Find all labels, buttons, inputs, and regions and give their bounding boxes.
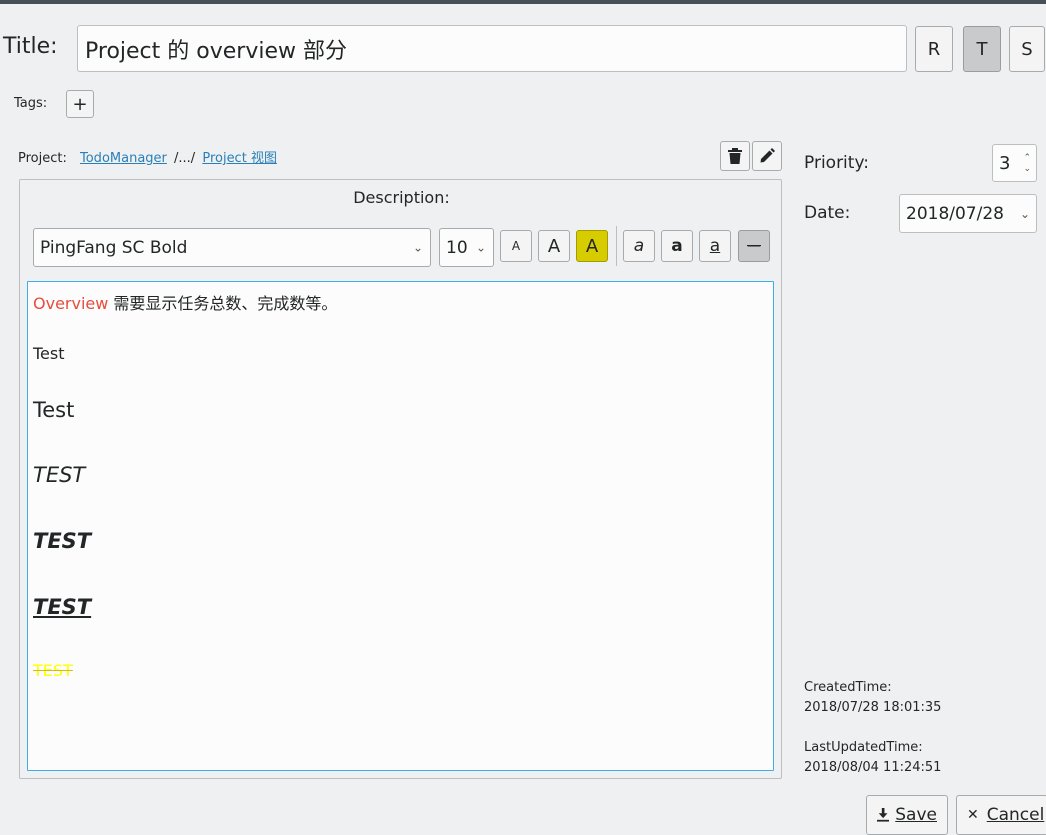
content-line-4: TEST: [33, 463, 86, 487]
pencil-icon: [760, 148, 775, 163]
date-picker[interactable]: 2018/07/28 ⌄: [899, 194, 1037, 233]
font-size-select[interactable]: 10 ⌄: [439, 228, 494, 267]
title-r-button[interactable]: R: [915, 26, 953, 72]
font-family-value: PingFang SC Bold: [40, 237, 188, 258]
font-smaller-icon: A: [511, 239, 521, 253]
priority-value: 3: [999, 152, 1011, 174]
toolbar-separator: [616, 226, 617, 266]
cancel-button[interactable]: ✕ Cancel: [956, 795, 1046, 835]
font-family-select[interactable]: PingFang SC Bold ⌄: [33, 228, 431, 267]
bold-button[interactable]: a: [661, 230, 693, 262]
description-label: Description:: [353, 188, 450, 207]
chevron-down-icon: ⌄: [1019, 206, 1030, 221]
font-larger-button[interactable]: A: [538, 230, 570, 262]
project-root-link[interactable]: TodoManager: [80, 151, 167, 166]
italic-icon: a: [633, 236, 645, 256]
content-accent: Overview: [33, 294, 109, 313]
date-label: Date:: [804, 203, 851, 223]
project-label: Project:: [18, 151, 67, 166]
content-line-1-rest: 需要显示任务总数、完成数等。: [108, 294, 338, 313]
font-larger-icon: A: [547, 235, 561, 257]
content-line-5: TEST: [33, 529, 92, 553]
bold-icon: a: [671, 236, 683, 256]
description-editor[interactable]: Overview 需要显示任务总数、完成数等。 Test Test TEST T…: [27, 281, 774, 771]
content-line-6: TEST: [33, 595, 92, 619]
strikethrough-icon: —: [747, 238, 761, 254]
content-line-7: TEST: [33, 661, 73, 680]
created-time: CreatedTime: 2018/07/28 18:01:35: [804, 678, 941, 718]
spin-up-icon[interactable]: ⌃: [1023, 154, 1031, 163]
created-value: 2018/07/28 18:01:35: [804, 700, 942, 715]
priority-spinbox[interactable]: 3 ⌃ ⌄: [992, 144, 1037, 182]
close-icon: ✕: [967, 807, 979, 823]
priority-label: Priority:: [804, 153, 869, 173]
content-line-3: Test: [33, 398, 75, 422]
trash-icon: [728, 148, 742, 164]
title-s-button[interactable]: S: [1009, 26, 1045, 72]
content-line-1: Overview 需要显示任务总数、完成数等。: [33, 290, 337, 314]
chevron-down-icon: ⌄: [412, 239, 423, 254]
updated-time: LastUpdatedTime: 2018/08/04 11:24:51: [804, 738, 941, 778]
strikethrough-button[interactable]: —: [738, 230, 770, 262]
updated-value: 2018/08/04 11:24:51: [804, 760, 942, 775]
breadcrumb-separator: /.../: [174, 151, 196, 166]
description-panel: Description: PingFang SC Bold ⌄ 10 ⌄ A A…: [19, 179, 782, 779]
font-size-value: 10: [446, 237, 468, 258]
title-label: Title:: [3, 34, 58, 59]
project-leaf-link[interactable]: Project 视图: [202, 151, 277, 166]
font-smaller-button[interactable]: A: [500, 230, 532, 262]
cancel-label: Cancel: [986, 805, 1045, 825]
updated-label: LastUpdatedTime:: [804, 740, 923, 755]
underline-icon: a: [709, 236, 721, 256]
project-breadcrumb: Project: TodoManager /.../ Project 视图: [18, 147, 280, 166]
tags-label: Tags:: [14, 96, 48, 111]
created-label: CreatedTime:: [804, 680, 892, 695]
spin-down-icon[interactable]: ⌄: [1023, 165, 1031, 174]
save-button[interactable]: Save: [866, 795, 948, 835]
download-icon: [877, 807, 890, 822]
chevron-down-icon: ⌄: [475, 239, 486, 254]
title-input[interactable]: Project 的 overview 部分: [77, 25, 907, 72]
add-tag-button[interactable]: +: [66, 90, 94, 118]
highlight-icon: A: [585, 235, 599, 257]
edit-project-button[interactable]: [752, 141, 782, 171]
window-top-border: [0, 0, 1046, 4]
delete-project-button[interactable]: [720, 141, 750, 171]
italic-button[interactable]: a: [623, 230, 655, 262]
title-value: Project 的 overview 部分: [85, 38, 347, 64]
content-line-2: Test: [33, 344, 65, 363]
highlight-button[interactable]: A: [576, 230, 608, 262]
date-value: 2018/07/28: [906, 203, 1004, 224]
underline-button[interactable]: a: [699, 230, 731, 262]
save-label: Save: [895, 805, 937, 825]
title-t-button[interactable]: T: [963, 26, 1001, 72]
